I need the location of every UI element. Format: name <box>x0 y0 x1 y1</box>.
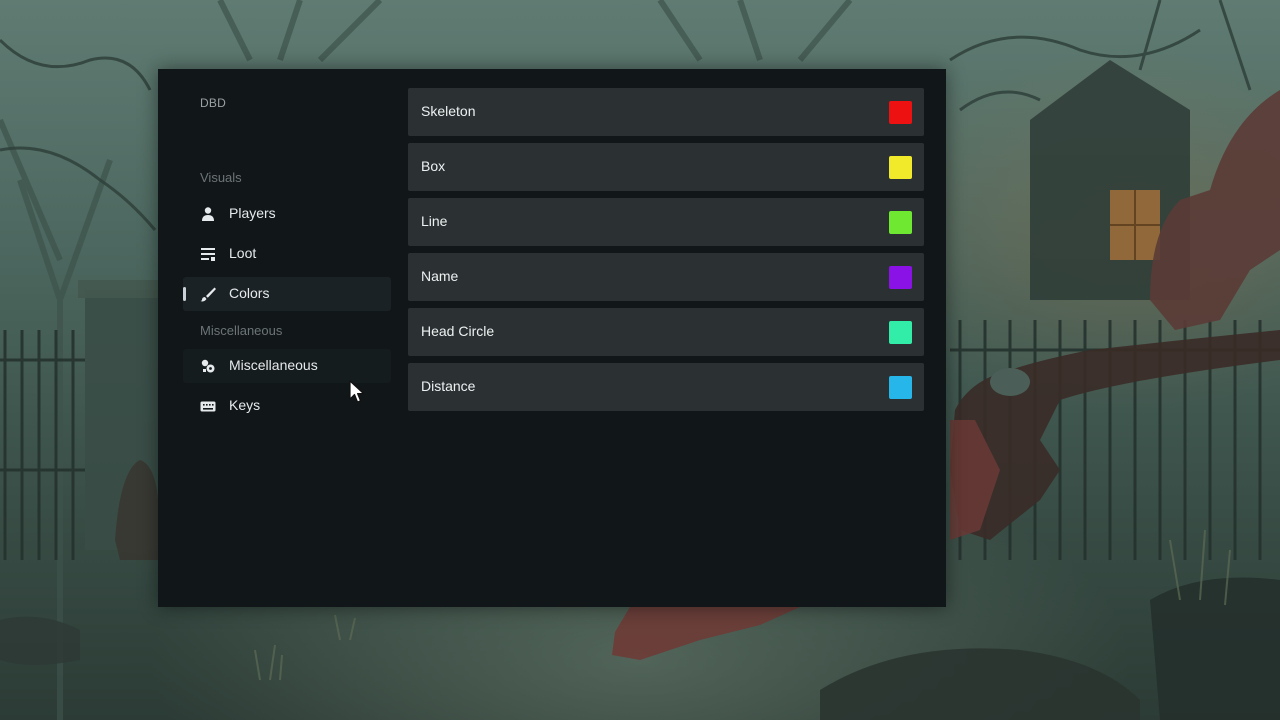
color-row-line[interactable]: Line <box>408 198 924 246</box>
mouse-cursor-icon <box>349 380 365 403</box>
keyboard-icon <box>200 401 216 412</box>
sidebar-item-players[interactable]: Players <box>183 197 391 231</box>
brush-icon <box>200 287 216 302</box>
color-row-label: Box <box>421 158 446 174</box>
menu-panel: DBD Visuals Players Loot Colors Miscella… <box>158 69 946 607</box>
color-swatch[interactable] <box>889 266 912 289</box>
color-row-label: Skeleton <box>421 103 476 119</box>
color-row-label: Line <box>421 213 448 229</box>
sidebar-item-label: Miscellaneous <box>229 357 318 373</box>
sidebar-item-loot[interactable]: Loot <box>183 237 391 271</box>
sidebar-item-label: Players <box>229 205 276 221</box>
color-swatch[interactable] <box>889 321 912 344</box>
sidebar-item-label: Colors <box>229 285 270 301</box>
sidebar-item-label: Keys <box>229 397 261 413</box>
color-swatch[interactable] <box>889 376 912 399</box>
person-icon <box>202 207 214 221</box>
color-swatch[interactable] <box>889 156 912 179</box>
color-row-name[interactable]: Name <box>408 253 924 301</box>
color-row-skeleton[interactable]: Skeleton <box>408 88 924 136</box>
list-icon <box>201 248 215 261</box>
section-label-visuals: Visuals <box>200 170 242 185</box>
gear-cluster-icon <box>201 359 215 373</box>
sidebar-item-colors[interactable]: Colors <box>183 277 391 311</box>
sidebar-item-miscellaneous[interactable]: Miscellaneous <box>183 349 391 383</box>
color-row-label: Head Circle <box>421 323 495 339</box>
color-row-distance[interactable]: Distance <box>408 363 924 411</box>
sidebar-item-label: Loot <box>229 245 257 261</box>
color-row-box[interactable]: Box <box>408 143 924 191</box>
color-swatch[interactable] <box>889 211 912 234</box>
section-label-miscellaneous: Miscellaneous <box>200 323 283 338</box>
color-row-label: Distance <box>421 378 476 394</box>
color-row-head-circle[interactable]: Head Circle <box>408 308 924 356</box>
app-title: DBD <box>200 96 226 110</box>
game-background: DBD Visuals Players Loot Colors Miscella… <box>0 0 1280 720</box>
color-row-label: Name <box>421 268 459 284</box>
active-indicator <box>183 287 186 301</box>
color-swatch[interactable] <box>889 101 912 124</box>
